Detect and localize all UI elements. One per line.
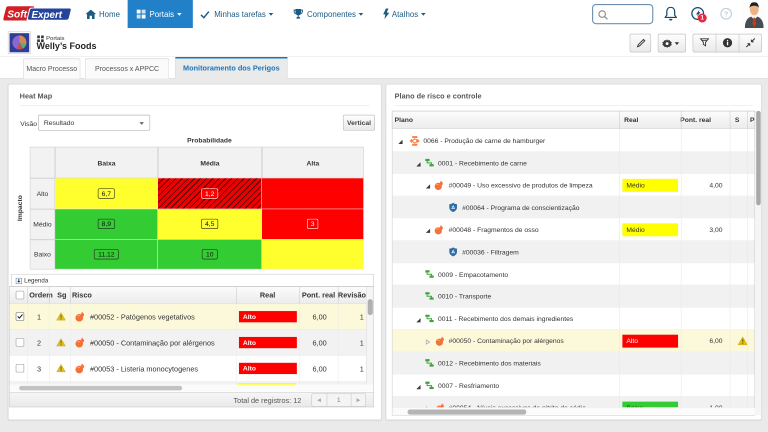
svg-text:Soft: Soft (7, 9, 27, 20)
svg-text:Expert: Expert (31, 10, 62, 21)
svg-text:?: ? (724, 9, 729, 18)
